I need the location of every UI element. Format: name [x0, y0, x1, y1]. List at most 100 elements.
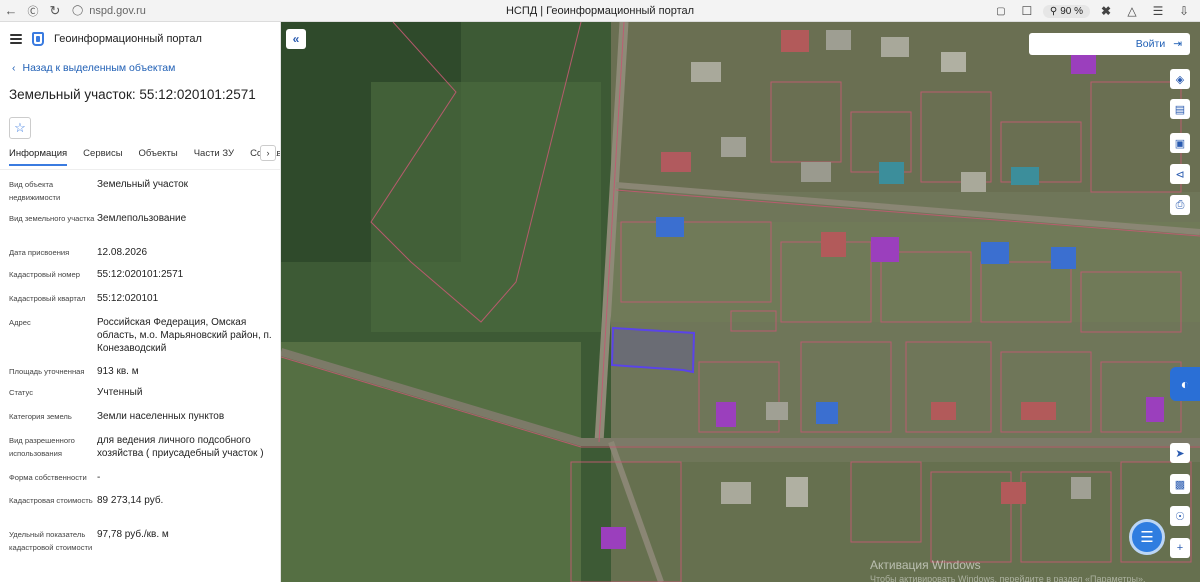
tabs-next-button[interactable]: › — [260, 145, 276, 161]
property-row: Адрес Российская Федерация, Омская област… — [9, 316, 279, 355]
property-value: Учтенный — [97, 387, 143, 398]
favorite-button[interactable]: ☆ — [9, 117, 31, 139]
share-icon: ⊲ — [1175, 168, 1185, 181]
chat-icon: ☰ — [1140, 529, 1154, 546]
tab-objects[interactable]: Объекты — [139, 148, 178, 164]
back-to-selected-link[interactable]: ‹ Назад к выделенным объектам — [12, 61, 280, 75]
address-bar[interactable]: ◯ nspd.gov.ru — [72, 5, 402, 17]
property-value: Земельный участок — [97, 179, 189, 190]
property-label: Удельный показатель кадастровой стоимост… — [9, 530, 93, 552]
property-value: Землепользование — [97, 213, 187, 224]
login-icon: ⇥ — [1173, 38, 1182, 50]
property-label: Вид разрешенного использования — [9, 436, 75, 458]
windows-activation-subtext: Чтобы активировать Windows, перейдите в … — [870, 574, 1146, 582]
property-row: Вид объекта недвижимости Земельный участо… — [9, 178, 279, 204]
back-link-label: Назад к выделенным объектам — [22, 62, 176, 74]
zoom-indicator[interactable]: ⚲ 90 % — [1042, 4, 1090, 18]
basemap-button[interactable]: ▩ — [1170, 474, 1190, 494]
satellite-map[interactable]: « Войти ⇥ ◈ ▤ ▣ ⊲ ⎙ ◐ ➤ ▩ ☉ + ☰ Активаци… — [281, 22, 1200, 582]
refresh-icon[interactable]: ↻ — [44, 0, 66, 22]
property-label: Дата присвоения — [9, 248, 70, 257]
property-value: Российская Федерация, Омская область, м.… — [97, 317, 272, 354]
property-value: 55:12:020101:2571 — [97, 269, 184, 280]
property-value: 97,78 руб./кв. м — [97, 529, 169, 540]
collapse-panel-button[interactable]: « — [286, 29, 306, 49]
select-area-button[interactable]: ▣ — [1170, 133, 1190, 153]
property-label: Площадь уточненная — [9, 367, 85, 376]
selected-parcel[interactable] — [610, 326, 696, 374]
property-row: Дата присвоения 12.08.2026 — [9, 246, 279, 259]
chat-button[interactable]: ☰ — [1129, 519, 1165, 555]
property-label: Вид объекта недвижимости — [9, 180, 61, 202]
login-button[interactable]: Войти ⇥ — [1029, 33, 1190, 55]
print-icon: ⎙ — [1175, 198, 1185, 211]
login-label: Войти — [1135, 38, 1166, 50]
hamburger-menu-icon[interactable] — [10, 33, 22, 44]
side-widget-button[interactable]: ◐ — [1170, 367, 1200, 401]
property-label: Статус — [9, 388, 34, 397]
property-label: Кадастровый квартал — [9, 294, 86, 303]
property-value: 913 кв. м — [97, 366, 139, 377]
property-value: для ведения личного подсобного хозяйства… — [97, 435, 264, 459]
map-canvas[interactable] — [281, 22, 1200, 582]
property-value: Земли населенных пунктов — [97, 411, 225, 422]
locate-button[interactable]: ☉ — [1170, 506, 1190, 526]
select-area-icon: ▣ — [1174, 137, 1186, 150]
download-icon[interactable]: ⇩ — [1174, 1, 1194, 21]
chevron-right-icon: › — [266, 148, 270, 158]
print-button[interactable]: ⎙ — [1170, 195, 1190, 215]
portal-logo-icon — [32, 31, 44, 46]
property-label: Категория земель — [9, 412, 72, 421]
property-value: 12.08.2026 — [97, 247, 148, 258]
property-row: Кадастровый квартал 55:12:020101 — [9, 292, 279, 305]
basemap-icon: ▩ — [1174, 478, 1186, 491]
property-value: 55:12:020101 — [97, 293, 159, 304]
property-label: Адрес — [9, 318, 31, 327]
tab-information[interactable]: Информация — [9, 148, 68, 166]
panel-header: Геоинформационный портал — [0, 22, 280, 55]
property-label: Вид земельного участка — [9, 214, 95, 223]
ruler-button[interactable]: ▤ — [1170, 99, 1190, 119]
zoom-in-button[interactable]: + — [1170, 538, 1190, 558]
navigate-button[interactable]: ➤ — [1170, 443, 1190, 463]
lock-icon: ◯ — [72, 5, 84, 16]
property-label: Форма собственности — [9, 473, 87, 482]
url-text: nspd.gov.ru — [89, 4, 146, 17]
layers-icon: ◈ — [1175, 73, 1185, 86]
back-icon[interactable]: ← — [0, 0, 22, 22]
menu-icon[interactable]: ☰ — [1148, 1, 1168, 21]
browser-toolbar: ← Ⓒ ↻ ◯ nspd.gov.ru НСПД | Геоинформацио… — [0, 0, 1200, 22]
layers-button[interactable]: ◈ — [1170, 69, 1190, 89]
property-row: Форма собственности - — [9, 471, 279, 484]
search-icon: ⚲ — [1049, 5, 1058, 17]
locate-icon: ☉ — [1175, 510, 1185, 523]
property-row: Категория земель Земли населенных пунктов — [9, 410, 279, 423]
object-info-panel: Геоинформационный портал ‹ Назад к выдел… — [0, 22, 281, 582]
plus-icon: + — [1176, 542, 1184, 554]
extension-icon[interactable]: ▢ — [991, 1, 1011, 21]
zoom-level: 90 % — [1060, 5, 1083, 17]
property-label: Кадастровый номер — [9, 270, 80, 279]
tools-icon[interactable]: ✖ — [1096, 1, 1116, 21]
bookmark-icon[interactable]: ☐ — [1017, 1, 1037, 21]
protect-icon[interactable]: △ — [1122, 1, 1142, 21]
tab-parcel-parts[interactable]: Части ЗУ — [194, 148, 234, 164]
share-button[interactable]: ⊲ — [1170, 164, 1190, 184]
property-value: - — [97, 472, 101, 483]
property-row: Удельный показатель кадастровой стоимост… — [9, 528, 279, 554]
chevron-left-icon: ‹ — [12, 62, 16, 74]
navigate-icon: ➤ — [1175, 447, 1185, 460]
ruler-icon: ▤ — [1174, 103, 1186, 116]
double-chevron-left-icon: « — [292, 32, 300, 46]
star-icon: ☆ — [14, 120, 26, 135]
yandex-icon[interactable]: Ⓒ — [22, 0, 44, 22]
object-title: Земельный участок: 55:12:020101:2571 — [9, 87, 256, 102]
property-row: Площадь уточненная 913 кв. м — [9, 365, 279, 378]
property-value: 89 273,14 руб. — [97, 495, 164, 506]
tab-services[interactable]: Сервисы — [83, 148, 122, 164]
property-row: Вид разрешенного использования для ведени… — [9, 434, 279, 460]
property-row: Кадастровый номер 55:12:020101:2571 — [9, 268, 279, 281]
property-row: Статус Учтенный — [9, 386, 279, 399]
property-row: Кадастровая стоимость 89 273,14 руб. — [9, 494, 279, 507]
widget-icon: ◐ — [1180, 376, 1190, 392]
